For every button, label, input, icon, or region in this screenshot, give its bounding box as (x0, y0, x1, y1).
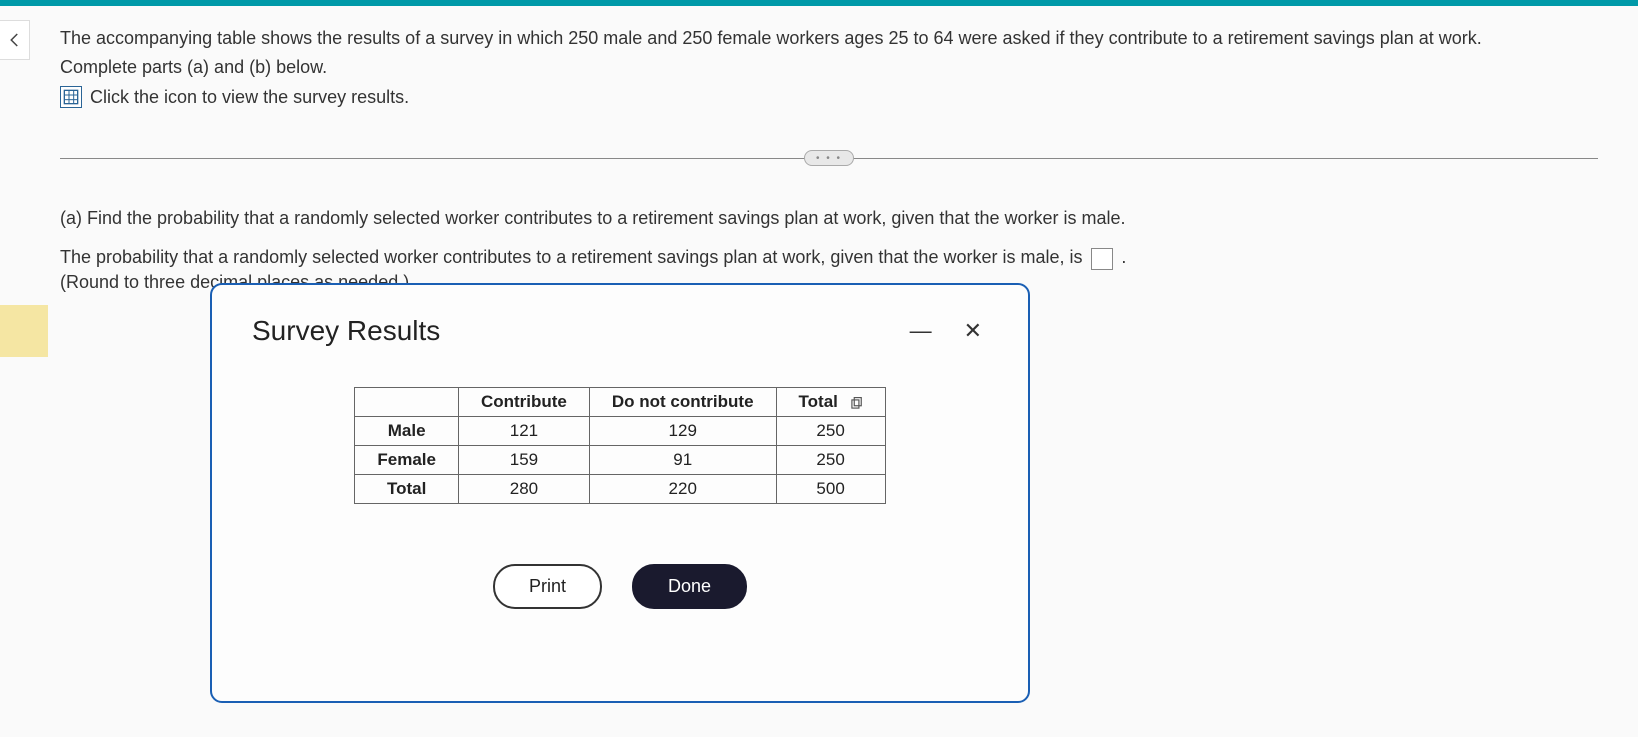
copy-icon[interactable] (849, 396, 863, 410)
cell: 250 (776, 446, 885, 475)
cell: 91 (589, 446, 776, 475)
row-label-total: Total (355, 475, 459, 504)
collapse-panel-tab[interactable] (0, 20, 30, 60)
part-a-prompt: (a) Find the probability that a randomly… (60, 208, 1598, 229)
answer-prefix: The probability that a randomly selected… (60, 247, 1082, 267)
highlight-marker (0, 305, 48, 357)
icon-instruction-text: Click the icon to view the survey result… (90, 87, 409, 108)
table-row: Male 121 129 250 (355, 417, 885, 446)
cell: 500 (776, 475, 885, 504)
survey-results-dialog: Survey Results — ✕ Contribute Do not con… (210, 283, 1030, 703)
table-header-row: Contribute Do not contribute Total (355, 388, 885, 417)
cell: 159 (458, 446, 589, 475)
row-label-male: Male (355, 417, 459, 446)
header-total: Total (776, 388, 885, 417)
survey-data-table: Contribute Do not contribute Total Male … (354, 387, 885, 504)
answer-suffix: . (1121, 247, 1126, 267)
header-contribute: Contribute (458, 388, 589, 417)
cell: 121 (458, 417, 589, 446)
data-table-icon[interactable] (60, 86, 82, 108)
section-divider: • • • (60, 148, 1598, 168)
dialog-title: Survey Results (252, 315, 440, 347)
answer-input[interactable] (1091, 248, 1113, 270)
done-button[interactable]: Done (632, 564, 747, 609)
chevron-left-icon (6, 31, 24, 49)
table-row: Female 159 91 250 (355, 446, 885, 475)
print-button[interactable]: Print (493, 564, 602, 609)
expand-pill[interactable]: • • • (804, 150, 854, 166)
cell: 129 (589, 417, 776, 446)
row-label-female: Female (355, 446, 459, 475)
header-blank (355, 388, 459, 417)
cell: 280 (458, 475, 589, 504)
header-donot: Do not contribute (589, 388, 776, 417)
cell: 220 (589, 475, 776, 504)
table-row: Total 280 220 500 (355, 475, 885, 504)
question-intro-1: The accompanying table shows the results… (60, 26, 1598, 51)
close-button[interactable]: ✕ (958, 316, 988, 346)
minimize-button[interactable]: — (904, 316, 938, 346)
cell: 250 (776, 417, 885, 446)
question-intro-2: Complete parts (a) and (b) below. (60, 55, 1598, 80)
